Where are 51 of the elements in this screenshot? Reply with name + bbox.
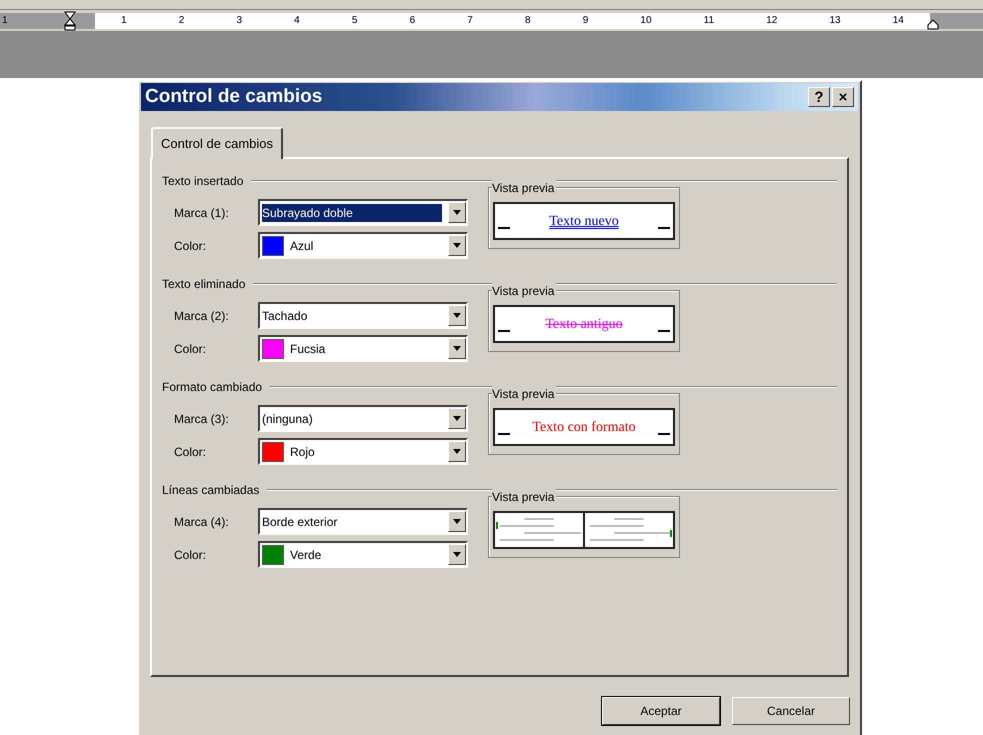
field-label: Color: bbox=[174, 546, 208, 564]
field-label: Marca (3): bbox=[174, 410, 230, 428]
field-label: Color: bbox=[174, 238, 208, 254]
ruler-number: 12 bbox=[766, 14, 778, 28]
dropdown-field[interactable]: Borde exterior bbox=[258, 508, 468, 535]
preview-title: Vista previa bbox=[492, 386, 556, 402]
section-heading: Texto eliminado bbox=[162, 276, 246, 293]
dropdown-field[interactable]: Azul bbox=[258, 232, 468, 259]
indent-marker-icon[interactable] bbox=[927, 19, 939, 30]
preview-title: Vista previa bbox=[492, 489, 556, 505]
field-label: Color: bbox=[174, 340, 208, 358]
tab[interactable]: Control de cambios bbox=[151, 127, 283, 159]
section-heading: Líneas cambiadas bbox=[162, 482, 260, 499]
preview-title: Vista previa bbox=[492, 283, 556, 299]
close-button[interactable]: × bbox=[832, 87, 854, 107]
preview-text: Texto nuevo bbox=[549, 212, 619, 230]
ruler-number: 2 bbox=[178, 14, 184, 28]
preview-text: Texto antiguo bbox=[545, 316, 623, 334]
ruler-number: 5 bbox=[352, 14, 358, 28]
ruler-number: 14 bbox=[892, 14, 904, 28]
dropdown-field[interactable]: Subrayado doble bbox=[258, 199, 468, 226]
ruler-number: 11 bbox=[704, 14, 714, 28]
help-button[interactable]: ? bbox=[808, 87, 830, 107]
ruler-number: 8 bbox=[524, 14, 531, 28]
ruler-number: 4 bbox=[294, 14, 300, 28]
dialog-button[interactable]: Cancelar bbox=[732, 697, 850, 725]
dropdown-field[interactable]: (ninguna) bbox=[258, 405, 468, 432]
dropdown-field[interactable]: Rojo bbox=[258, 438, 468, 465]
ruler-number: 9 bbox=[582, 14, 588, 28]
indent-marker-icon[interactable] bbox=[64, 11, 76, 31]
section-heading: Formato cambiado bbox=[162, 379, 262, 396]
preview-text: Texto con formato bbox=[532, 418, 636, 436]
ruler-margin bbox=[930, 12, 983, 28]
window-title: Control de cambios bbox=[145, 84, 322, 109]
ruler-number: 10 bbox=[640, 14, 652, 28]
ruler-number: 3 bbox=[236, 14, 242, 28]
dropdown-field[interactable]: Verde bbox=[258, 541, 468, 568]
field-label: Marca (1): bbox=[174, 204, 230, 222]
preview-title: Vista previa bbox=[492, 180, 556, 196]
field-label: Marca (2): bbox=[174, 308, 230, 324]
ruler-number: 13 bbox=[829, 14, 841, 28]
section-heading: Texto insertado bbox=[162, 173, 244, 190]
dropdown-field[interactable]: Fucsia bbox=[258, 335, 468, 362]
field-label: Marca (4): bbox=[174, 514, 230, 530]
ruler-number: 1 bbox=[121, 14, 127, 28]
ruler-number: 1 bbox=[2, 14, 8, 28]
dialog-button[interactable]: Aceptar bbox=[602, 697, 720, 725]
field-label: Color: bbox=[174, 444, 208, 460]
ruler-number: 7 bbox=[467, 14, 473, 28]
ruler-number: 6 bbox=[410, 14, 416, 28]
dropdown-field[interactable]: Tachado bbox=[258, 302, 468, 329]
